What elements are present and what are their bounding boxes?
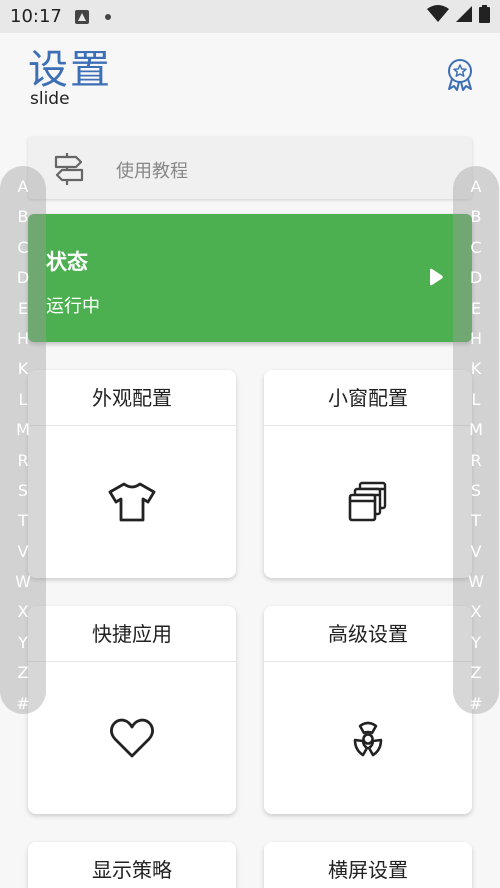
award-icon[interactable] (444, 57, 476, 91)
card-label: 快捷应用 (28, 606, 236, 662)
index-letter[interactable]: V (471, 537, 482, 567)
card-label: 外观配置 (28, 370, 236, 426)
index-letter[interactable]: M (469, 415, 483, 445)
status-card[interactable]: 状态 运行中 (28, 214, 472, 342)
index-bar-right[interactable]: A B C D E H K L M R S T V W X Y Z # (453, 166, 499, 714)
index-letter[interactable]: L (472, 385, 481, 415)
index-letter[interactable]: T (471, 506, 481, 536)
index-letter[interactable]: S (18, 476, 28, 506)
notification-dot-icon (104, 13, 112, 21)
status-title: 状态 (46, 250, 88, 274)
index-letter[interactable]: # (16, 689, 29, 719)
index-letter[interactable]: C (470, 233, 481, 263)
index-letter[interactable]: B (471, 202, 482, 232)
status-subtitle: 运行中 (46, 296, 100, 317)
card-label: 横屏设置 (264, 842, 472, 888)
index-letter[interactable]: R (470, 446, 481, 476)
index-letter[interactable]: L (19, 385, 28, 415)
status-bar: 10:17 (0, 0, 500, 33)
index-letter[interactable]: A (471, 172, 482, 202)
signpost-icon (52, 153, 86, 189)
status-time: 10:17 (10, 6, 62, 27)
page-subtitle: slide (30, 89, 70, 109)
heart-icon (28, 662, 236, 814)
radiation-icon (264, 662, 472, 814)
index-letter[interactable]: H (470, 324, 482, 354)
card-label: 小窗配置 (264, 370, 472, 426)
card-advanced-settings[interactable]: 高级设置 (264, 606, 472, 814)
tshirt-icon (28, 426, 236, 578)
card-label: 显示策略 (28, 842, 236, 888)
signal-icon (455, 5, 473, 28)
index-letter[interactable]: Z (471, 658, 482, 688)
index-letter[interactable]: W (468, 567, 484, 597)
settings-page: 设置 slide 使用教程 状态 运行中 外观配置 小窗配置 快捷应用 高级设置… (0, 33, 500, 888)
index-letter[interactable]: W (15, 567, 31, 597)
notification-app-icon (74, 9, 90, 25)
index-letter[interactable]: S (471, 476, 481, 506)
play-icon[interactable] (428, 268, 444, 290)
index-letter[interactable]: E (471, 294, 481, 324)
index-letter[interactable]: Y (471, 628, 481, 658)
battery-icon (479, 5, 490, 28)
index-letter[interactable]: Z (18, 658, 29, 688)
tutorial-row[interactable]: 使用教程 (28, 137, 472, 199)
index-letter[interactable]: M (16, 415, 30, 445)
index-letter[interactable]: # (469, 689, 482, 719)
index-letter[interactable]: E (18, 294, 28, 324)
index-letter[interactable]: T (18, 506, 28, 536)
index-letter[interactable]: C (17, 233, 28, 263)
card-label: 高级设置 (264, 606, 472, 662)
page-title: 设置 (28, 47, 112, 93)
card-display-strategy[interactable]: 显示策略 (28, 842, 236, 888)
index-letter[interactable]: Y (18, 628, 28, 658)
card-appearance-config[interactable]: 外观配置 (28, 370, 236, 578)
wifi-icon (427, 5, 449, 28)
index-letter[interactable]: R (17, 446, 28, 476)
index-letter[interactable]: B (18, 202, 29, 232)
index-letter[interactable]: D (17, 263, 29, 293)
index-letter[interactable]: A (18, 172, 29, 202)
index-letter[interactable]: D (470, 263, 482, 293)
index-letter[interactable]: X (471, 597, 482, 627)
tutorial-label: 使用教程 (116, 161, 188, 182)
index-letter[interactable]: X (18, 597, 29, 627)
index-letter[interactable]: K (471, 354, 482, 384)
windows-icon (264, 426, 472, 578)
index-letter[interactable]: H (17, 324, 29, 354)
index-letter[interactable]: K (18, 354, 29, 384)
index-letter[interactable]: V (18, 537, 29, 567)
index-bar-left[interactable]: A B C D E H K L M R S T V W X Y Z # (0, 166, 46, 714)
card-quick-apps[interactable]: 快捷应用 (28, 606, 236, 814)
card-window-config[interactable]: 小窗配置 (264, 370, 472, 578)
card-landscape-settings[interactable]: 横屏设置 (264, 842, 472, 888)
